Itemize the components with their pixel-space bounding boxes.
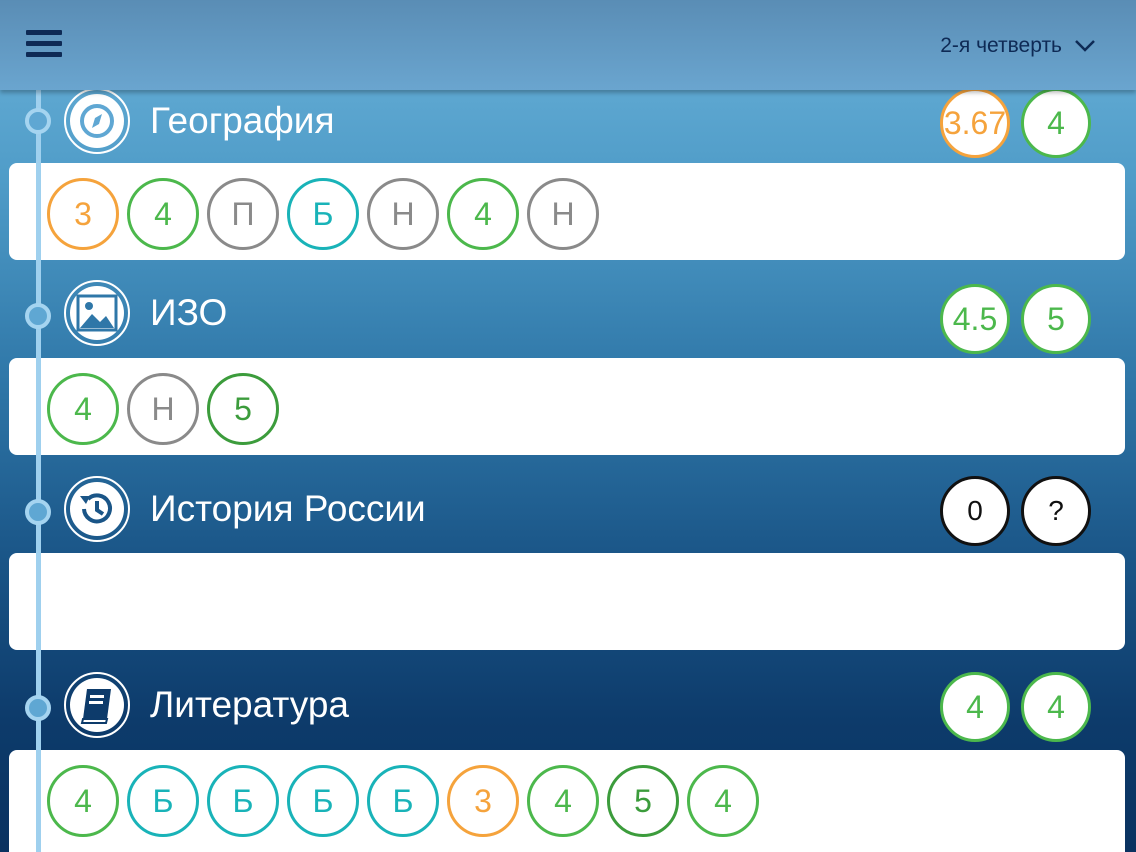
grade-circle[interactable]: 4 xyxy=(47,765,119,837)
grade-circle[interactable]: Б xyxy=(287,178,359,250)
timeline-line xyxy=(36,90,41,852)
final-grade-badge: 5 xyxy=(1021,284,1091,354)
grade-circle[interactable]: 5 xyxy=(607,765,679,837)
grade-circle[interactable]: Н xyxy=(367,178,439,250)
grade-circle[interactable]: П xyxy=(207,178,279,250)
timeline-node xyxy=(25,303,51,329)
grade-circle[interactable]: Н xyxy=(527,178,599,250)
period-selector[interactable]: 2-я четверть xyxy=(940,34,1096,58)
chevron-down-icon xyxy=(1075,40,1095,52)
grade-circle[interactable]: 4 xyxy=(527,765,599,837)
grade-circle[interactable]: 4 xyxy=(687,765,759,837)
timeline-node xyxy=(25,499,51,525)
average-grade-badge: 4 xyxy=(940,672,1010,742)
grades-card-history xyxy=(9,553,1125,650)
grade-circle[interactable]: 4 xyxy=(47,373,119,445)
subject-title: ИЗО xyxy=(150,292,228,333)
grade-circle[interactable]: Н xyxy=(127,373,199,445)
grade-circle[interactable]: Б xyxy=(207,765,279,837)
grades-card-literature: 4 Б Б Б Б 3 4 5 4 xyxy=(9,750,1125,852)
subject-row-art[interactable]: ИЗО 4.5 5 xyxy=(0,280,1136,354)
subject-title: Литература xyxy=(150,684,350,725)
timeline-node xyxy=(25,108,51,134)
period-label: 2-я четверть xyxy=(940,34,1062,57)
history-icon xyxy=(64,476,130,542)
timeline-node xyxy=(25,695,51,721)
average-grade-badge: 4.5 xyxy=(940,284,1010,354)
grade-circle[interactable]: 5 xyxy=(207,373,279,445)
average-grade-badge: 0 xyxy=(940,476,1010,546)
grade-circle[interactable]: 4 xyxy=(127,178,199,250)
average-grade-badge: 3.67 xyxy=(940,88,1010,158)
grade-circle[interactable]: 3 xyxy=(47,178,119,250)
grade-circle[interactable]: 3 xyxy=(447,765,519,837)
grade-circle[interactable]: Б xyxy=(127,765,199,837)
grades-card-art: 4 Н 5 xyxy=(9,358,1125,455)
subject-row-literature[interactable]: Литература 4 4 xyxy=(0,672,1136,744)
subject-title: География xyxy=(150,100,335,141)
compass-icon xyxy=(64,88,130,154)
grade-circle[interactable]: Б xyxy=(367,765,439,837)
subject-title: История России xyxy=(150,488,426,529)
final-grade-badge: 4 xyxy=(1021,672,1091,742)
final-grade-badge: ? xyxy=(1021,476,1091,546)
subject-row-geography[interactable]: География 3.67 4 xyxy=(0,88,1136,160)
grade-circle[interactable]: 4 xyxy=(447,178,519,250)
grades-card-geography: 3 4 П Б Н 4 Н xyxy=(9,163,1125,260)
book-icon xyxy=(64,672,130,738)
menu-icon[interactable] xyxy=(26,30,62,60)
app-header: 2-я четверть xyxy=(0,0,1136,90)
grade-circle[interactable]: Б xyxy=(287,765,359,837)
picture-icon xyxy=(64,280,130,346)
final-grade-badge: 4 xyxy=(1021,88,1091,158)
subject-row-history[interactable]: История России 0 ? xyxy=(0,476,1136,548)
